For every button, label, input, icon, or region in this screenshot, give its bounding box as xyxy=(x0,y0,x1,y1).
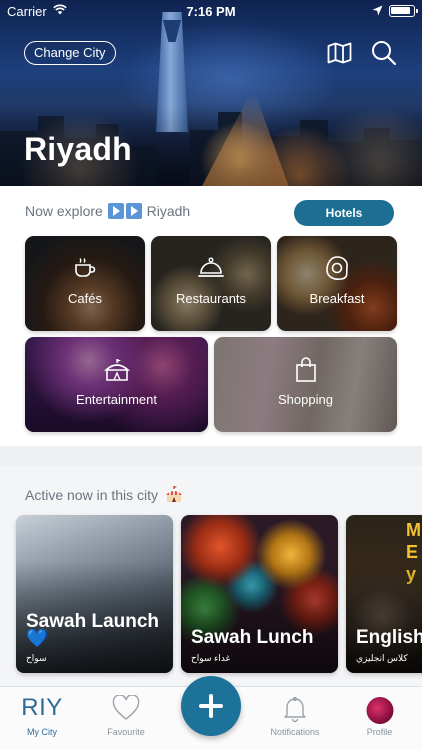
tab-favourite[interactable]: Favourite xyxy=(84,687,168,750)
play-icon xyxy=(125,203,142,219)
category-tile-shopping[interactable]: Shopping xyxy=(214,337,397,432)
tab-my-city[interactable]: RIY My City xyxy=(0,687,84,750)
avatar xyxy=(366,697,393,724)
category-label: Cafés xyxy=(68,291,102,306)
category-label: Restaurants xyxy=(175,291,247,306)
fried-egg-icon xyxy=(326,256,348,280)
tab-label: Notifications xyxy=(270,727,320,737)
category-tile-cafes[interactable]: Cafés xyxy=(25,236,145,331)
category-tile-breakfast[interactable]: Breakfast xyxy=(277,236,397,331)
add-button[interactable] xyxy=(181,676,241,736)
explore-prefix: Now explore xyxy=(25,203,103,219)
explore-city: Riyadh xyxy=(146,203,191,219)
explore-label: Now explore Riyadh xyxy=(25,203,190,219)
riy-logo: RIY xyxy=(21,694,63,721)
category-label: Breakfast xyxy=(309,291,365,306)
event-card[interactable]: Sawah Launch 💙 سواح xyxy=(16,515,173,673)
map-icon[interactable] xyxy=(327,42,352,64)
hotels-button[interactable]: Hotels xyxy=(294,200,394,226)
event-card-subtitle: كلاس انجليزي xyxy=(356,653,408,663)
tab-notifications[interactable]: Notifications xyxy=(253,687,337,750)
section-divider xyxy=(0,446,422,466)
active-heading: Active now in this city xyxy=(25,486,183,503)
city-title: Riyadh xyxy=(24,131,132,167)
heart-emoji: 💙 xyxy=(26,628,49,648)
cloche-icon xyxy=(198,257,224,277)
location-arrow-icon xyxy=(372,5,383,16)
battery-icon xyxy=(389,5,418,17)
category-tile-entertainment[interactable]: Entertainment xyxy=(25,337,208,432)
event-card[interactable]: MEy English كلاس انجليزي xyxy=(346,515,422,673)
coffee-cup-icon xyxy=(75,258,96,277)
search-icon[interactable] xyxy=(371,40,397,66)
heart-icon xyxy=(112,695,140,720)
category-label: Entertainment xyxy=(76,392,157,407)
tab-label: Favourite xyxy=(107,727,145,737)
tab-label: Profile xyxy=(366,727,393,737)
category-label: Shopping xyxy=(278,392,333,407)
play-icon xyxy=(107,203,124,219)
event-card-title: English xyxy=(356,627,422,648)
event-card-subtitle: سواح xyxy=(26,653,47,663)
bell-icon xyxy=(284,696,306,723)
event-card[interactable]: Sawah Lunch غداء سواح xyxy=(181,515,338,673)
circus-tent-icon xyxy=(103,359,130,381)
shopping-bag-icon xyxy=(295,357,316,382)
status-bar: Carrier 7:16 PM xyxy=(0,0,422,22)
category-tile-restaurants[interactable]: Restaurants xyxy=(151,236,271,331)
event-card-title: Sawah Lunch xyxy=(191,627,314,648)
event-card-subtitle: غداء سواح xyxy=(191,653,231,663)
tab-label: My City xyxy=(27,727,57,737)
circus-tent-icon xyxy=(165,486,182,502)
tab-profile[interactable]: Profile xyxy=(337,687,422,750)
clock: 7:16 PM xyxy=(186,4,236,19)
change-city-button[interactable]: Change City xyxy=(24,41,116,65)
